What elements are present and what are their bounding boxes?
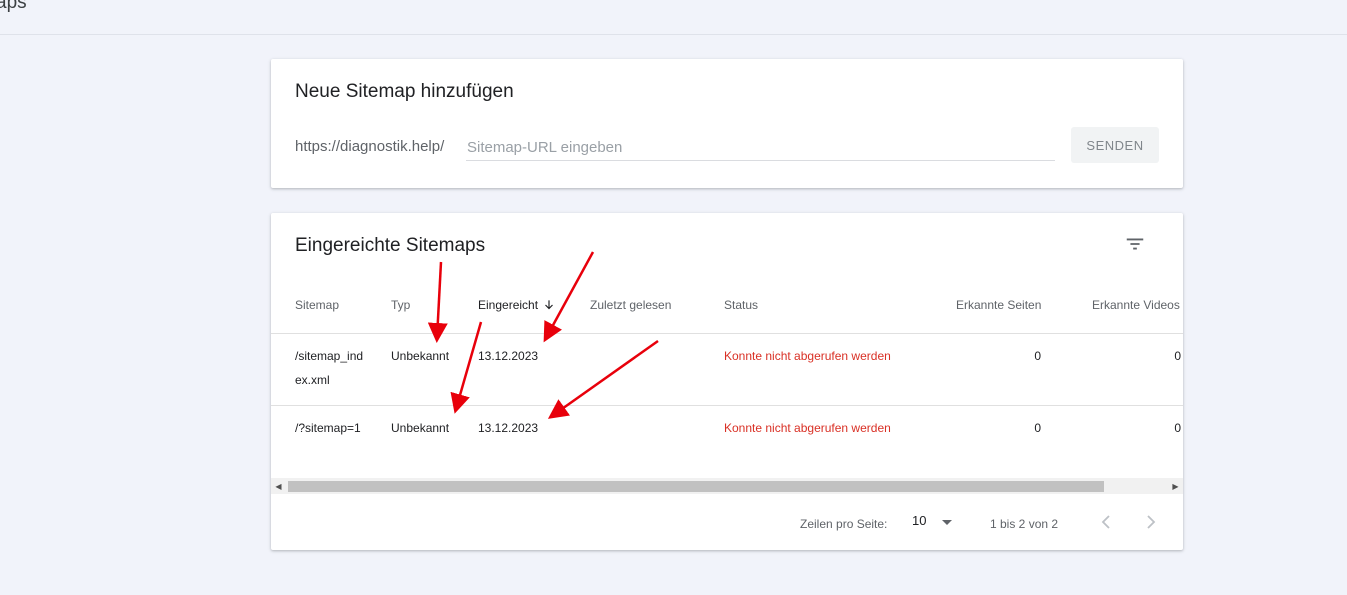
dropdown-caret-icon: [942, 520, 952, 525]
previous-page-icon[interactable]: [1094, 510, 1118, 534]
add-sitemap-card: Neue Sitemap hinzufügen https://diagnost…: [271, 59, 1183, 188]
column-header-videos[interactable]: Erkannte Videos: [1092, 298, 1180, 312]
cell-sitemap[interactable]: /sitemap_index.xml: [295, 344, 367, 392]
rows-per-page-value: 10: [912, 513, 927, 528]
column-header-status[interactable]: Status: [724, 298, 758, 312]
filter-icon[interactable]: [1124, 233, 1146, 255]
rows-per-page-label: Zeilen pro Seite:: [800, 517, 888, 531]
cell-status: Konnte nicht abgerufen werden: [724, 421, 891, 435]
scroll-right-icon[interactable]: ▶: [1168, 478, 1183, 494]
cell-type: Unbekannt: [391, 349, 450, 363]
column-header-type[interactable]: Typ: [391, 298, 410, 312]
column-header-pages[interactable]: Erkannte Seiten: [956, 298, 1041, 312]
cell-submitted: 13.12.2023: [478, 349, 539, 363]
sitemap-url-input[interactable]: [466, 135, 1055, 161]
column-header-sitemap[interactable]: Sitemap: [295, 298, 339, 312]
header-divider: [271, 333, 1183, 334]
next-page-icon[interactable]: [1139, 510, 1163, 534]
column-header-submitted-label: Eingereicht: [478, 298, 539, 312]
top-bar: aps: [0, 0, 1347, 35]
cell-pages: 0: [1034, 349, 1041, 363]
submitted-sitemaps-title: Eingereichte Sitemaps: [295, 235, 486, 256]
add-sitemap-title: Neue Sitemap hinzufügen: [295, 81, 514, 102]
row-divider: [271, 405, 1183, 406]
cell-type: Unbekannt: [391, 421, 450, 435]
column-header-submitted[interactable]: Eingereicht: [478, 298, 556, 312]
submitted-sitemaps-card: Eingereichte Sitemaps Sitemap Typ Einger…: [271, 213, 1183, 550]
horizontal-scrollbar[interactable]: ◀ ▶: [271, 478, 1183, 494]
cell-status: Konnte nicht abgerufen werden: [724, 349, 891, 363]
column-header-last-read[interactable]: Zuletzt gelesen: [590, 298, 671, 312]
cell-videos: 0: [1174, 421, 1181, 435]
page-range: 1 bis 2 von 2: [990, 517, 1059, 531]
cell-pages: 0: [1034, 421, 1041, 435]
send-button[interactable]: SENDEN: [1071, 127, 1159, 163]
page-title: aps: [0, 0, 27, 13]
url-prefix: https://diagnostik.help/: [295, 138, 445, 155]
rows-per-page-select[interactable]: 10: [912, 513, 956, 533]
cell-videos: 0: [1174, 349, 1181, 363]
arrow-down-icon: [545, 300, 553, 310]
scrollbar-thumb[interactable]: [288, 481, 1104, 492]
cell-submitted: 13.12.2023: [478, 421, 539, 435]
cell-sitemap[interactable]: /?sitemap=1: [295, 416, 367, 440]
scroll-left-icon[interactable]: ◀: [271, 478, 286, 494]
